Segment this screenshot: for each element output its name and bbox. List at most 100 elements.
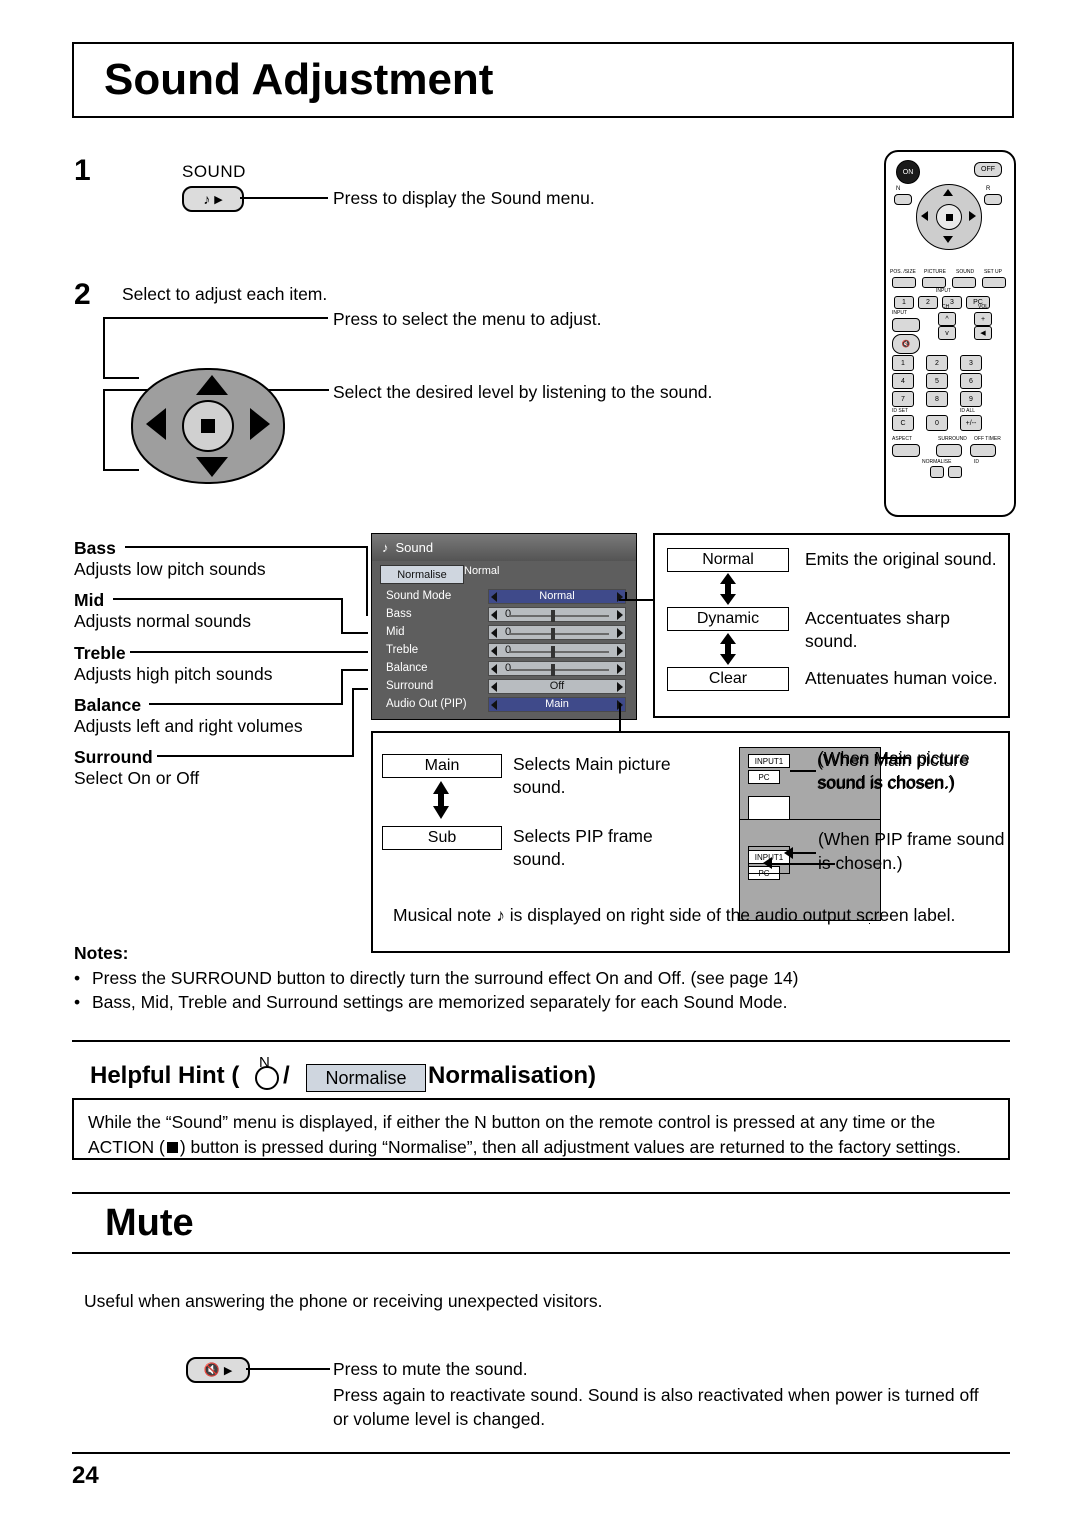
remote-num-6[interactable]: 6 xyxy=(960,373,982,389)
leader-mid xyxy=(113,598,343,600)
remote-picture-button[interactable] xyxy=(922,277,946,288)
osd-row-value-bar[interactable]: Main xyxy=(488,697,626,712)
mute-rule-top xyxy=(72,1192,1010,1194)
leader-mid-v xyxy=(341,598,343,634)
action-button[interactable] xyxy=(182,400,234,452)
sound-button-label: SOUND xyxy=(182,162,246,181)
osd-row-bass[interactable]: Bass 0 xyxy=(380,606,628,624)
remote-num-0[interactable]: 0 xyxy=(926,415,948,431)
remote-num-c[interactable]: C xyxy=(892,415,914,431)
remote-left-icon[interactable] xyxy=(921,211,928,221)
leader-line-mute xyxy=(246,1368,330,1370)
cursor-left-icon[interactable] xyxy=(146,408,166,440)
audio-out-sub-label: Sub xyxy=(382,826,502,850)
osd-normalise-button[interactable]: Normalise xyxy=(380,565,464,584)
remote-vol-down-button[interactable]: ◀ xyxy=(974,326,992,340)
osd-row-surround[interactable]: Surround Off xyxy=(380,678,628,696)
remote-mute-button[interactable]: 🔇 xyxy=(892,334,920,354)
audio-out-main-label: Main xyxy=(382,754,502,778)
osd-sound-menu: ♪ Sound Normalise Normal Sound Mode Norm… xyxy=(371,533,637,720)
remote-r-button[interactable] xyxy=(984,194,1002,205)
arrow-right-icon[interactable] xyxy=(617,628,623,638)
step-2-text: Select to adjust each item. xyxy=(122,284,328,304)
remote-id-button[interactable] xyxy=(948,466,962,478)
remote-normalise-button[interactable] xyxy=(930,466,944,478)
remote-num-8[interactable]: 8 xyxy=(926,391,948,407)
remote-num-5[interactable]: 5 xyxy=(926,373,948,389)
sound-mode-normal-label: Normal xyxy=(667,548,789,572)
slider-knob[interactable] xyxy=(551,628,555,640)
item-treble-desc: Adjusts high pitch sounds xyxy=(74,664,273,684)
slider-knob[interactable] xyxy=(551,664,555,676)
slider-track xyxy=(509,615,609,617)
remote-offtimer-button[interactable] xyxy=(970,444,996,457)
osd-row-label: Surround xyxy=(386,680,434,692)
osd-row-value-bar[interactable]: Off xyxy=(488,679,626,694)
arrow-right-icon[interactable] xyxy=(617,610,623,620)
remote-right-icon[interactable] xyxy=(969,211,976,221)
arrow-left-icon[interactable] xyxy=(491,628,497,638)
remote-num-2[interactable]: 2 xyxy=(926,355,948,371)
arrow-left-icon[interactable] xyxy=(491,610,497,620)
hint-title-suffix: Normalisation) xyxy=(428,1062,597,1089)
remote-action-button[interactable] xyxy=(936,204,962,230)
sound-button[interactable]: ♪ ▶ xyxy=(182,186,244,212)
remote-num-2-top[interactable]: 2 xyxy=(918,296,938,309)
osd-row-value-bar[interactable]: Normal xyxy=(488,589,626,604)
osd-row-label: Audio Out (PIP) xyxy=(386,698,467,710)
osd-row-audio-out[interactable]: Audio Out (PIP) Main xyxy=(380,696,628,714)
remote-n-button[interactable] xyxy=(894,194,912,205)
remote-idset-label: ID SET xyxy=(892,408,909,414)
arrow-right-icon[interactable] xyxy=(617,646,623,656)
arrow-right-icon[interactable] xyxy=(617,664,623,674)
remote-on-button[interactable]: ON xyxy=(896,160,920,184)
leader-surround xyxy=(157,755,354,757)
osd-row-value-bar[interactable]: 0 xyxy=(488,625,626,640)
remote-surround-button[interactable] xyxy=(936,444,962,457)
remote-num-plusminus[interactable]: +/-- xyxy=(960,415,982,431)
tag-pc-main: PC xyxy=(748,770,780,784)
remote-num-3[interactable]: 3 xyxy=(960,355,982,371)
remote-setup-button[interactable] xyxy=(982,277,1006,288)
remote-possize-button[interactable] xyxy=(892,277,916,288)
remote-off-button[interactable]: OFF xyxy=(974,162,1002,177)
remote-down-icon[interactable] xyxy=(943,236,953,243)
chevron-right-icon: ▶ xyxy=(214,193,223,206)
remote-ch-up-button[interactable]: ^ xyxy=(938,312,956,326)
remote-vol-up-button[interactable]: + xyxy=(974,312,992,326)
sound-mode-dynamic-desc: Accentuates sharp sound. xyxy=(805,608,950,651)
cursor-right-icon[interactable] xyxy=(250,408,270,440)
remote-num-1[interactable]: 1 xyxy=(892,355,914,371)
leader-balance-v xyxy=(341,669,343,705)
osd-row-mid[interactable]: Mid 0 xyxy=(380,624,628,642)
osd-row-balance[interactable]: Balance 0 xyxy=(380,660,628,678)
leader-bass-v xyxy=(366,546,368,616)
remote-num-9[interactable]: 9 xyxy=(960,391,982,407)
remote-num-1-top[interactable]: 1 xyxy=(894,296,914,309)
arrow-left-icon[interactable] xyxy=(491,664,497,674)
osd-row-treble[interactable]: Treble 0 xyxy=(380,642,628,660)
osd-row-value-bar[interactable]: 0 xyxy=(488,607,626,622)
cursor-down-icon[interactable] xyxy=(196,457,228,477)
remote-num-7[interactable]: 7 xyxy=(892,391,914,407)
arrow-left-icon[interactable] xyxy=(491,646,497,656)
remote-ch-down-button[interactable]: v xyxy=(938,326,956,340)
notes-heading: Notes: xyxy=(74,943,129,963)
slider-knob[interactable] xyxy=(551,646,555,658)
hint-rule-top xyxy=(72,1040,1010,1042)
musical-note-text-b: is displayed on right side of the audio … xyxy=(509,905,956,925)
osd-row-value-bar[interactable]: 0 xyxy=(488,661,626,676)
leader-line-leftright-vert xyxy=(103,389,105,471)
cursor-up-icon[interactable] xyxy=(196,375,228,395)
remote-up-icon[interactable] xyxy=(943,189,953,196)
slider-knob[interactable] xyxy=(551,610,555,622)
remote-sound-button[interactable] xyxy=(952,277,976,288)
remote-num-4[interactable]: 4 xyxy=(892,373,914,389)
arrow-right-icon[interactable] xyxy=(617,682,623,692)
osd-row-sound-mode[interactable]: Sound Mode Normal xyxy=(380,588,628,606)
osd-title-text: Sound xyxy=(395,540,434,555)
mute-button[interactable]: 🔇 ▶ xyxy=(186,1357,250,1383)
osd-row-value-bar[interactable]: 0 xyxy=(488,643,626,658)
remote-aspect-button[interactable] xyxy=(892,444,920,457)
remote-input-button[interactable] xyxy=(892,318,920,332)
